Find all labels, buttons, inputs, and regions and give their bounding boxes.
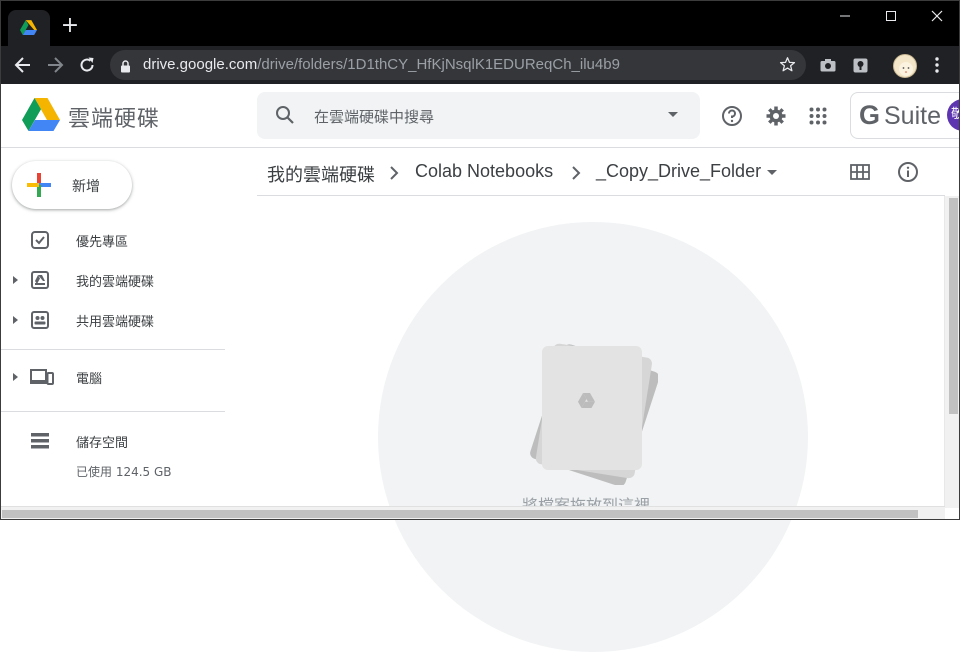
- storage-icon: [30, 431, 50, 451]
- drive-header: 雲端硬碟 在雲端硬碟中搜尋 G Suite 敬: [0, 84, 960, 148]
- search-placeholder: 在雲端硬碟中搜尋: [314, 108, 435, 126]
- drive-search-input[interactable]: 在雲端硬碟中搜尋: [257, 92, 700, 139]
- breadcrumb-item-current-folder[interactable]: _Copy_Drive_Folder: [596, 161, 761, 182]
- google-drive-icon: [20, 20, 37, 35]
- maximize-button[interactable]: [868, 0, 914, 32]
- menu-icon: [935, 57, 939, 73]
- sidebar-item-label: 電腦: [76, 372, 103, 387]
- camera-extension-button[interactable]: [815, 52, 841, 78]
- help-button[interactable]: [719, 103, 745, 129]
- vertical-scrollbar-thumb[interactable]: [949, 198, 958, 414]
- shared-drives-icon: [30, 310, 50, 330]
- horizontal-scrollbar-thumb[interactable]: [2, 510, 918, 518]
- sidebar-item-storage[interactable]: 儲存空間: [0, 423, 240, 459]
- empty-folder-illustration-icon: [518, 335, 660, 489]
- search-icon[interactable]: [275, 105, 295, 129]
- back-button[interactable]: [10, 52, 36, 78]
- browser-tabstrip: +: [0, 0, 960, 46]
- browser-toolbar: drive.google.com/drive/folders/1D1thCY_H…: [0, 46, 960, 84]
- sidebar-item-label: 儲存空間: [76, 436, 129, 451]
- breadcrumb-item-colab-notebooks[interactable]: Colab Notebooks: [415, 161, 553, 182]
- extension-icon: [853, 58, 867, 72]
- settings-icon: [766, 106, 786, 126]
- breadcrumb: 我的雲端硬碟 Colab Notebooks _Copy_Drive_Folde…: [257, 148, 945, 196]
- reload-button[interactable]: [74, 52, 100, 78]
- forward-button[interactable]: [42, 52, 68, 78]
- horizontal-scrollbar[interactable]: [0, 506, 945, 520]
- bookmark-star-icon[interactable]: [779, 56, 796, 77]
- back-icon: [14, 57, 30, 73]
- google-drive-logo-icon[interactable]: [22, 98, 60, 136]
- reload-icon: [80, 57, 94, 72]
- maximize-icon: [886, 11, 896, 21]
- minimize-icon: [840, 15, 850, 17]
- browser-tab[interactable]: [8, 10, 50, 46]
- folder-dropdown-icon[interactable]: [767, 170, 777, 175]
- gsuite-account-button[interactable]: G Suite 敬: [850, 92, 960, 139]
- info-button[interactable]: [896, 160, 920, 184]
- drive-title[interactable]: 雲端硬碟: [68, 101, 160, 133]
- address-bar[interactable]: drive.google.com/drive/folders/1D1thCY_H…: [110, 50, 806, 80]
- settings-button[interactable]: [763, 103, 789, 129]
- priority-check-icon: [30, 230, 50, 250]
- expand-arrow-icon[interactable]: [13, 373, 18, 381]
- my-drive-icon: [30, 270, 50, 290]
- sidebar-item-shared-drives[interactable]: 共用雲端硬碟: [0, 302, 240, 338]
- chrome-menu-button[interactable]: [924, 52, 950, 78]
- apps-grid-button[interactable]: [805, 103, 831, 129]
- gsuite-logo-text: Suite: [884, 102, 941, 130]
- forward-icon: [48, 57, 64, 73]
- help-icon: [722, 106, 742, 126]
- new-button-label: 新增: [72, 179, 100, 195]
- expand-arrow-icon[interactable]: [13, 276, 18, 284]
- chevron-right-icon: [571, 165, 581, 184]
- storage-used-text: 已使用 124.5 GB: [76, 465, 172, 479]
- multicolor-plus-icon: [26, 172, 52, 202]
- sidebar-item-computers[interactable]: 電腦: [0, 359, 240, 395]
- close-window-button[interactable]: [914, 0, 960, 32]
- sidebar-item-my-drive[interactable]: 我的雲端硬碟: [0, 262, 240, 298]
- extension-button[interactable]: [847, 52, 873, 78]
- search-options-dropdown-icon[interactable]: [668, 112, 678, 117]
- sidebar-item-label: 優先專區: [76, 235, 129, 250]
- vertical-scrollbar[interactable]: [944, 196, 960, 508]
- profile-avatar[interactable]: [893, 54, 917, 78]
- close-icon: [931, 10, 943, 22]
- minimize-button[interactable]: [822, 0, 868, 32]
- breadcrumb-item-my-drive[interactable]: 我的雲端硬碟: [267, 161, 375, 187]
- computers-icon: [30, 367, 54, 387]
- chevron-right-icon: [389, 165, 399, 184]
- sidebar-item-label: 我的雲端硬碟: [76, 275, 155, 290]
- sidebar-divider: [0, 349, 225, 350]
- sidebar-item-priority[interactable]: 優先專區: [0, 222, 240, 258]
- gsuite-logo-g: G: [859, 100, 881, 130]
- account-avatar[interactable]: 敬: [947, 99, 960, 131]
- new-button[interactable]: 新增: [12, 161, 132, 209]
- grid-view-button[interactable]: [848, 160, 872, 184]
- sidebar-item-label: 共用雲端硬碟: [76, 315, 155, 330]
- apps-grid-icon: [809, 107, 827, 125]
- info-icon: [898, 162, 918, 182]
- camera-icon: [820, 59, 836, 72]
- expand-arrow-icon[interactable]: [13, 316, 18, 324]
- sidebar-divider: [0, 411, 225, 412]
- grid-view-icon: [850, 164, 870, 180]
- new-tab-button[interactable]: +: [58, 14, 82, 38]
- lock-icon[interactable]: [120, 58, 131, 77]
- url-text: drive.google.com/drive/folders/1D1thCY_H…: [143, 56, 620, 73]
